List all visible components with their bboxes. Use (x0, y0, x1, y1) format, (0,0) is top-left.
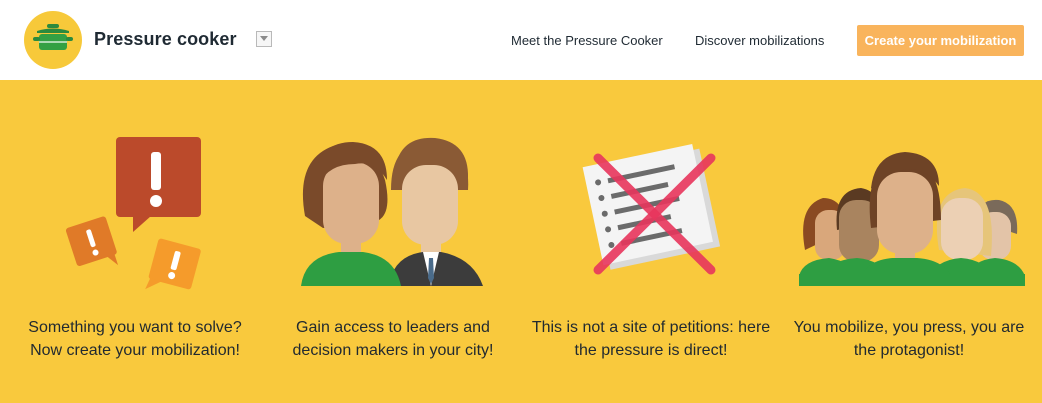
top-navbar: Pressure cooker Meet the Pressure Cooker… (0, 0, 1042, 80)
create-mobilization-button[interactable]: Create your mobilization (857, 25, 1024, 56)
feature-create-text: Something you want to solve? Now create … (28, 319, 242, 359)
feature-direct-text: This is not a site of petitions: here th… (531, 319, 771, 359)
feature-direct: This is not a site of petitions: here th… (521, 80, 781, 403)
pressure-cooker-logo[interactable] (24, 11, 82, 69)
nav-link-discover[interactable]: Discover mobilizations (695, 33, 824, 48)
feature-create: Something you want to solve? Now create … (5, 80, 265, 403)
crowd-icon (799, 152, 1025, 286)
feature-leaders-text: Gain access to leaders and decision make… (292, 319, 494, 359)
feature-protagonist-text: You mobilize, you press, you are the pro… (793, 319, 1025, 359)
brand-dropdown-button[interactable] (256, 31, 272, 47)
brand-name[interactable]: Pressure cooker (94, 29, 237, 50)
nav-link-meet[interactable]: Meet the Pressure Cooker (511, 33, 663, 48)
hero-banner: Something you want to solve? Now create … (0, 80, 1042, 403)
chevron-down-icon (260, 36, 268, 41)
two-people-icon (301, 137, 483, 286)
feature-leaders: Gain access to leaders and decision make… (263, 80, 523, 403)
pot-icon (33, 24, 73, 50)
feature-protagonist: You mobilize, you press, you are the pro… (779, 80, 1039, 403)
crossed-out-petition-icon (582, 143, 721, 275)
speech-bubbles-exclamation-icon (65, 137, 201, 290)
